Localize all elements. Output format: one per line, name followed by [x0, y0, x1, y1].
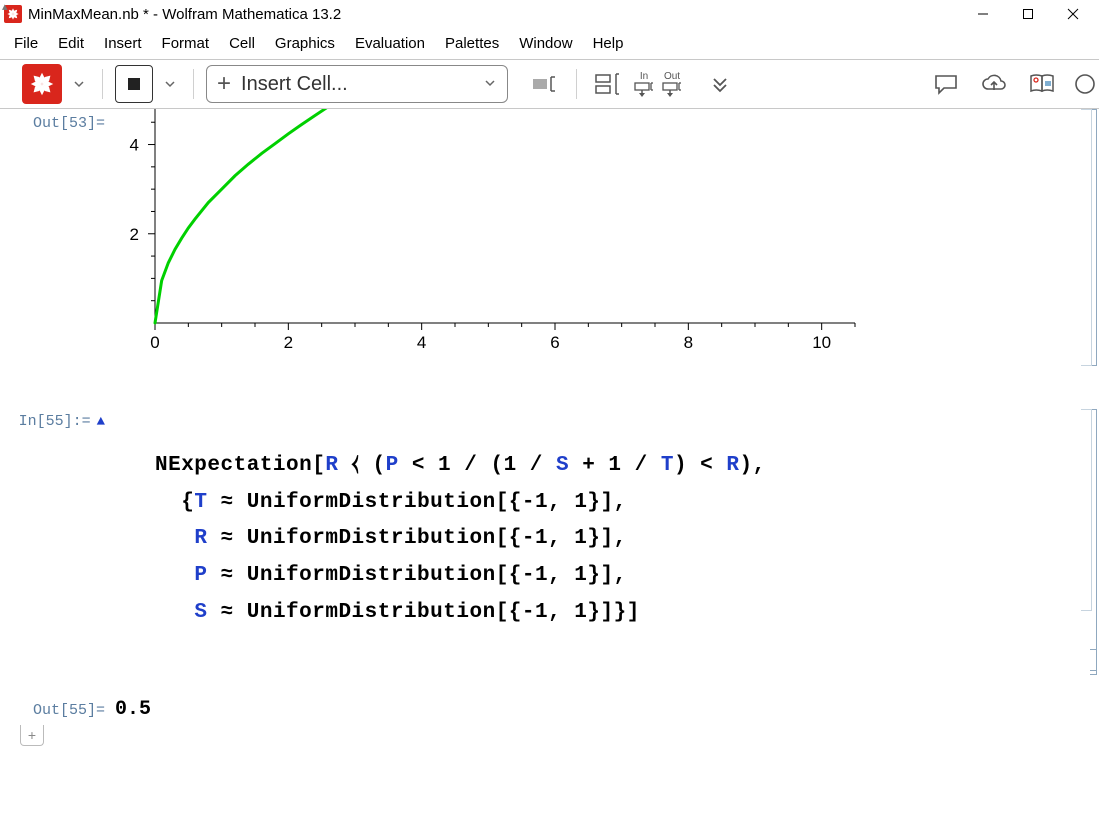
svg-text:0: 0 — [150, 333, 159, 352]
in-label: In — [640, 71, 648, 82]
svg-text:2: 2 — [130, 225, 139, 244]
insert-cell-label: Insert Cell... — [241, 73, 348, 96]
evaluate-button[interactable] — [22, 64, 62, 104]
out55-value: 0.5 — [115, 698, 151, 721]
expand-down-button[interactable] — [701, 65, 739, 103]
new-cell-button[interactable]: + — [20, 725, 44, 746]
cloud-upload-button[interactable] — [975, 65, 1013, 103]
abort-dropdown[interactable] — [159, 66, 181, 102]
insert-cell-combo[interactable]: + Insert Cell... — [206, 65, 508, 103]
menu-cell[interactable]: Cell — [219, 31, 265, 56]
in55-label: In[55]:= — [19, 413, 91, 430]
svg-text:8: 8 — [684, 333, 693, 352]
close-button[interactable] — [1050, 0, 1095, 28]
menu-graphics[interactable]: Graphics — [265, 31, 345, 56]
menu-insert[interactable]: Insert — [94, 31, 152, 56]
documentation-button[interactable] — [1023, 65, 1061, 103]
out53-plot: 0 2 4 6 8 10 2 4 — [115, 109, 855, 361]
move-to-out-button[interactable]: Out — [661, 71, 683, 98]
maximize-button[interactable] — [1005, 0, 1050, 28]
evaluate-dropdown[interactable] — [68, 66, 90, 102]
window-title: MinMaxMean.nb * - Wolfram Mathematica 13… — [28, 6, 341, 23]
out55-label: Out[55]= — [0, 698, 115, 719]
cell-group-button[interactable] — [589, 65, 627, 103]
menubar: File Edit Insert Format Cell Graphics Ev… — [0, 28, 1099, 59]
chevron-down-icon — [483, 76, 497, 93]
abort-button[interactable] — [115, 65, 153, 103]
svg-text:4: 4 — [417, 333, 426, 352]
out53-label: Out[53]= — [0, 111, 115, 132]
titlebar: MinMaxMean.nb * - Wolfram Mathematica 13… — [0, 0, 1099, 28]
move-to-in-button[interactable]: In — [633, 71, 655, 98]
menu-evaluation[interactable]: Evaluation — [345, 31, 435, 56]
svg-text:10: 10 — [812, 333, 831, 352]
menu-file[interactable]: File — [4, 31, 48, 56]
notebook-area[interactable]: Out[53]= 0 2 4 6 8 10 2 4 In[55]:=▲ NExpectatio… — [0, 109, 1099, 821]
menu-palettes[interactable]: Palettes — [435, 31, 509, 56]
output-format-button[interactable] — [526, 65, 564, 103]
cell-brackets[interactable] — [1079, 109, 1099, 821]
menu-window[interactable]: Window — [509, 31, 582, 56]
svg-text:2: 2 — [284, 333, 293, 352]
svg-text:4: 4 — [130, 136, 139, 155]
svg-text:6: 6 — [550, 333, 559, 352]
menu-edit[interactable]: Edit — [48, 31, 94, 56]
chat-button[interactable] — [927, 65, 965, 103]
collapse-marker-icon[interactable]: ▴ — [2, 0, 8, 13]
plus-icon: + — [217, 72, 231, 96]
menu-help[interactable]: Help — [583, 31, 634, 56]
caret-up-icon: ▲ — [91, 414, 105, 430]
minimize-button[interactable] — [960, 0, 1005, 28]
more-button[interactable] — [1071, 65, 1093, 103]
toolbar: ▴ + Insert Cell... In Out — [0, 59, 1099, 109]
out-label: Out — [664, 71, 680, 82]
in55-code[interactable]: NExpectation[R ⧼ (P < 1 / (1 / S + 1 / T… — [155, 411, 1079, 668]
menu-format[interactable]: Format — [152, 31, 220, 56]
